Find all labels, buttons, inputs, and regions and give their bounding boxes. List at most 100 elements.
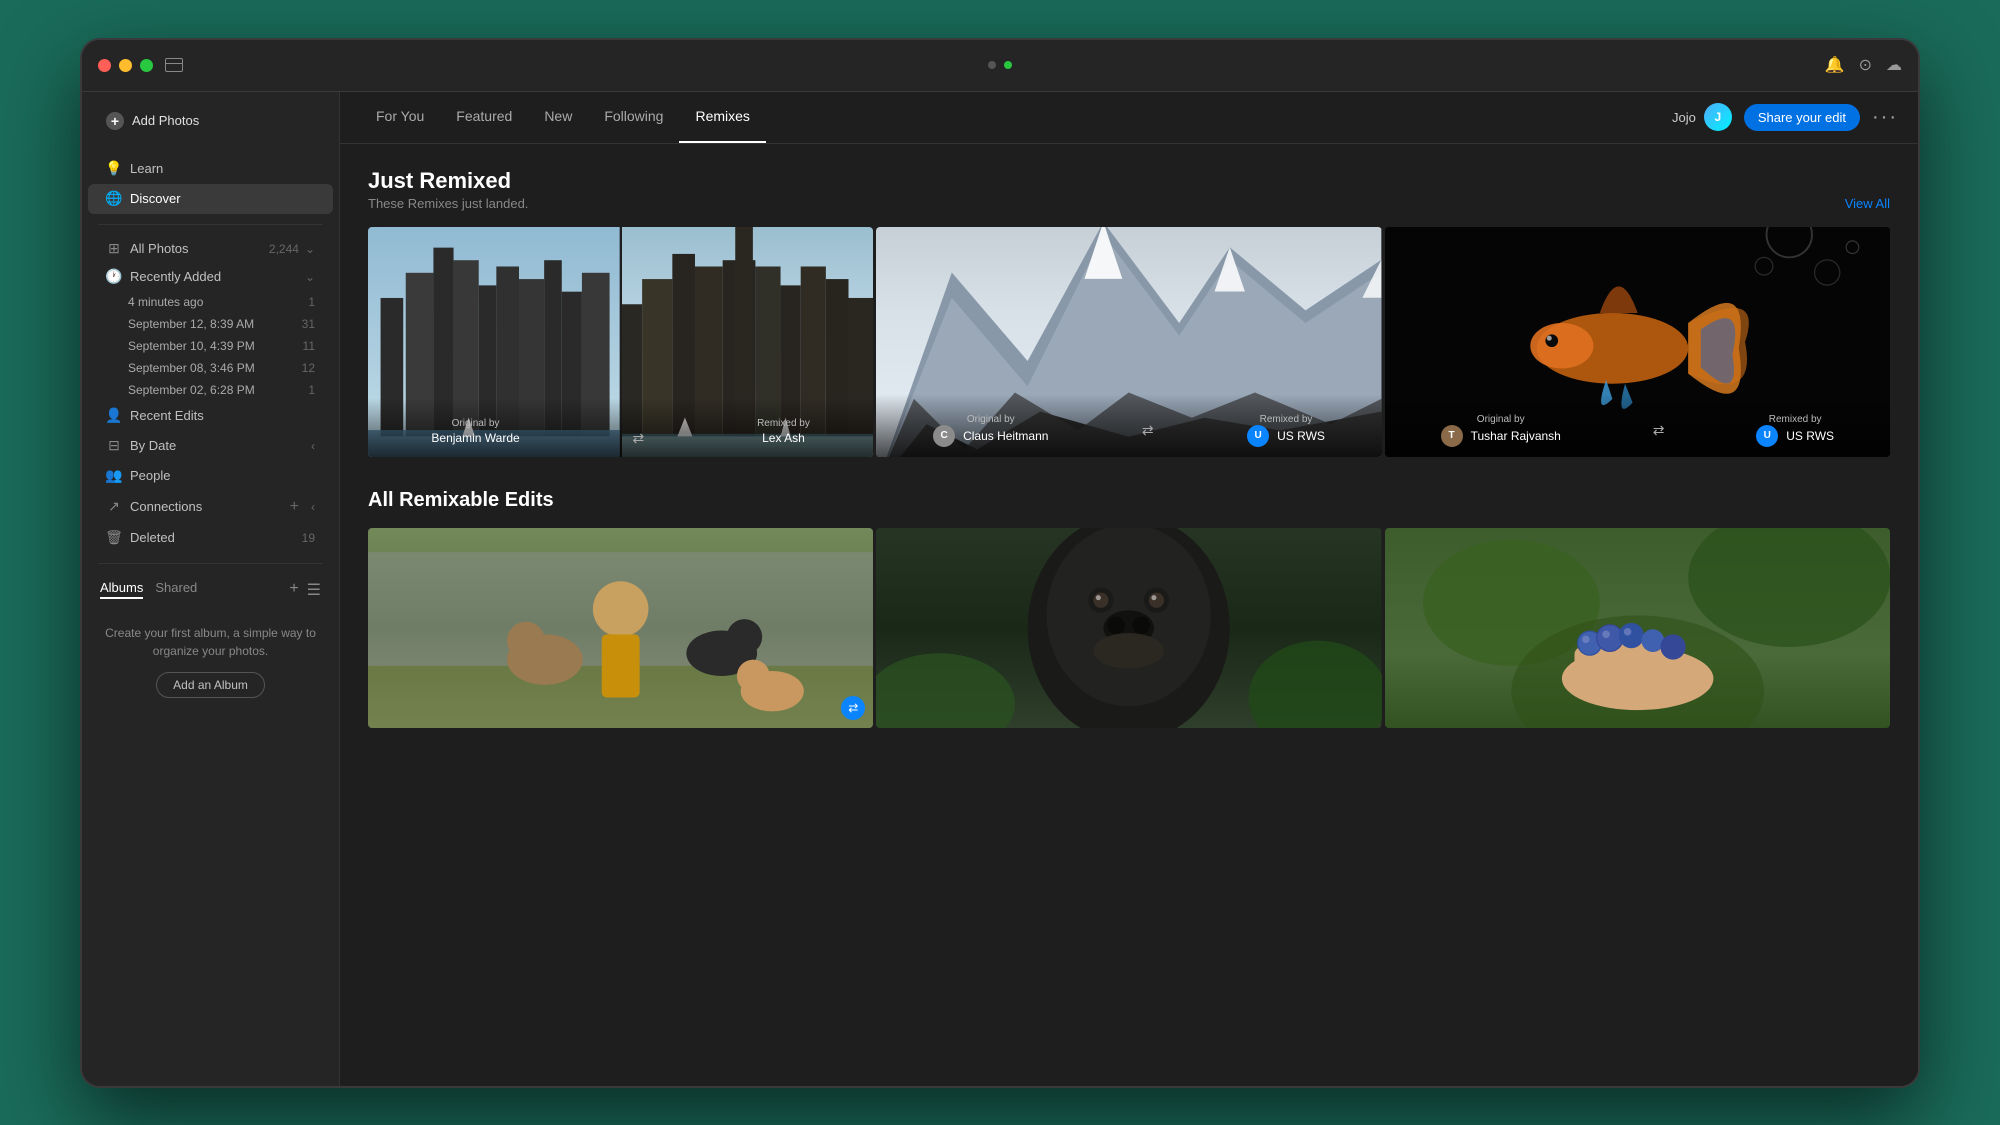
recently-added-header[interactable]: 🕐 Recently Added ⌄ bbox=[88, 263, 333, 291]
window-icon bbox=[165, 58, 183, 72]
sub-item-3[interactable]: September 08, 3:46 PM 12 bbox=[88, 357, 333, 379]
photo-card-gorilla[interactable] bbox=[876, 528, 1381, 728]
albums-tabs: Albums Shared bbox=[100, 580, 197, 599]
photo-card-2[interactable]: Original by C Claus Heitmann ⇄ Remixed b… bbox=[876, 227, 1381, 457]
sidebar-item-deleted[interactable]: 🗑 Deleted 19 bbox=[88, 523, 333, 553]
sub-item-0[interactable]: 4 minutes ago 1 bbox=[88, 291, 333, 313]
add-album-button[interactable]: Add an Album bbox=[156, 672, 265, 698]
by-date-icon: ⊟ bbox=[106, 438, 122, 454]
tab-shared[interactable]: Shared bbox=[155, 580, 197, 599]
recently-added-right: ⌄ bbox=[305, 270, 315, 284]
deleted-icon: 🗑 bbox=[106, 530, 122, 546]
tab-featured[interactable]: Featured bbox=[440, 92, 528, 143]
deleted-count: 19 bbox=[302, 531, 315, 545]
main-content: For You Featured New Following Remixes bbox=[340, 92, 1918, 1086]
discover-label: Discover bbox=[130, 191, 181, 206]
minimize-button[interactable] bbox=[119, 59, 132, 72]
photo-credit-original-2: Original by C Claus Heitmann bbox=[933, 414, 1048, 447]
sub-item-count-0: 1 bbox=[308, 295, 315, 309]
learn-label: Learn bbox=[130, 161, 163, 176]
cloud-icon[interactable]: ☁ bbox=[1886, 55, 1902, 75]
avatar-claus: C bbox=[933, 425, 955, 447]
titlebar-dot-2 bbox=[1004, 61, 1012, 69]
more-button[interactable]: ··· bbox=[1872, 106, 1898, 129]
sub-item-2[interactable]: September 10, 4:39 PM 11 bbox=[88, 335, 333, 357]
maximize-button[interactable] bbox=[140, 59, 153, 72]
photo-card-2-info: Original by C Claus Heitmann ⇄ Remixed b… bbox=[876, 394, 1381, 457]
remix-sep-1: ⇄ bbox=[627, 430, 651, 447]
sub-item-4[interactable]: September 02, 6:28 PM 1 bbox=[88, 379, 333, 401]
photo-card-1-info: Original by Benjamin Warde ⇄ Remixed by … bbox=[368, 398, 873, 457]
sidebar-section-learn: 💡 Learn 🌐 Discover bbox=[82, 150, 339, 218]
connections-label: Connections bbox=[130, 499, 202, 514]
add-icon: + bbox=[106, 112, 124, 130]
people-label: People bbox=[130, 468, 170, 483]
view-all-button[interactable]: View All bbox=[1845, 196, 1890, 211]
sidebar-item-people[interactable]: 👥 People bbox=[88, 461, 333, 491]
sidebar: + Add Photos 💡 Learn 🌐 Discover ⊞ bbox=[82, 92, 340, 1086]
notification-icon[interactable]: 🔔 bbox=[1825, 55, 1845, 75]
titlebar-right: 🔔 ⊙ ☁ bbox=[1825, 55, 1902, 75]
all-photos-right: 2,244 ⌄ bbox=[269, 242, 315, 256]
photo-credit-remix-3: Remixed by U US RWS bbox=[1756, 414, 1834, 447]
learn-icon: 💡 bbox=[106, 161, 122, 177]
traffic-lights bbox=[98, 59, 153, 72]
sub-item-label-2: September 10, 4:39 PM bbox=[128, 339, 255, 353]
user-name: Jojo bbox=[1672, 110, 1696, 125]
tab-remixes[interactable]: Remixes bbox=[679, 92, 765, 143]
album-actions: + ☰ bbox=[289, 580, 321, 600]
all-photos-header[interactable]: ⊞ All Photos 2,244 ⌄ bbox=[88, 235, 333, 263]
share-edit-button[interactable]: Share your edit bbox=[1744, 104, 1860, 131]
add-photos-button[interactable]: + Add Photos bbox=[98, 106, 323, 136]
main-scroll[interactable]: Just Remixed These Remixes just landed. … bbox=[340, 144, 1918, 1086]
clock-icon: 🕐 bbox=[106, 269, 122, 285]
help-icon[interactable]: ⊙ bbox=[1859, 55, 1872, 75]
collapse-icon: ⌄ bbox=[305, 270, 315, 284]
sort-album-icon[interactable]: ☰ bbox=[307, 580, 321, 600]
sidebar-item-connections[interactable]: ↗ Connections + ‹ bbox=[88, 491, 333, 523]
sidebar-divider-2 bbox=[98, 563, 323, 564]
photo-credit-original-1: Original by Benjamin Warde bbox=[431, 418, 519, 447]
sidebar-item-discover[interactable]: 🌐 Discover bbox=[88, 184, 333, 214]
connections-add-icon[interactable]: + bbox=[290, 498, 299, 516]
albums-header: Albums Shared + ☰ bbox=[82, 570, 339, 604]
connections-icon: ↗ bbox=[106, 499, 122, 515]
sidebar-divider-1 bbox=[98, 224, 323, 225]
photo-card-dogs[interactable]: ⇄ bbox=[368, 528, 873, 728]
sub-item-label-3: September 08, 3:46 PM bbox=[128, 361, 255, 375]
photo-card-3-info: Original by T Tushar Rajvansh ⇄ Remixed … bbox=[1385, 394, 1890, 457]
close-button[interactable] bbox=[98, 59, 111, 72]
photo-card-3[interactable]: Original by T Tushar Rajvansh ⇄ Remixed … bbox=[1385, 227, 1890, 457]
expand-icon: ⌄ bbox=[305, 242, 315, 256]
sub-item-label-4: September 02, 6:28 PM bbox=[128, 383, 255, 397]
photo-card-1[interactable]: Original by Benjamin Warde ⇄ Remixed by … bbox=[368, 227, 873, 457]
add-album-icon[interactable]: + bbox=[289, 580, 298, 600]
all-photos-left: ⊞ All Photos bbox=[106, 241, 189, 257]
recently-added-label: Recently Added bbox=[130, 269, 221, 284]
sidebar-item-by-date[interactable]: ⊟ By Date ‹ bbox=[88, 431, 333, 461]
just-remixed-subtitle: These Remixes just landed. bbox=[368, 196, 528, 211]
sub-item-1[interactable]: September 12, 8:39 AM 31 bbox=[88, 313, 333, 335]
tab-new[interactable]: New bbox=[528, 92, 588, 143]
remix-icon-1: ⇄ bbox=[633, 430, 645, 447]
sidebar-item-recent-edits[interactable]: 👤 Recent Edits bbox=[88, 401, 333, 431]
titlebar-dot-1 bbox=[988, 61, 996, 69]
just-remixed-grid: Original by Benjamin Warde ⇄ Remixed by … bbox=[368, 227, 1890, 457]
just-remixed-title: Just Remixed bbox=[368, 168, 528, 194]
photo-credit-remix-1: Remixed by Lex Ash bbox=[757, 418, 810, 447]
sub-item-label-1: September 12, 8:39 AM bbox=[128, 317, 254, 331]
sidebar-top: + Add Photos bbox=[82, 92, 339, 150]
tab-albums[interactable]: Albums bbox=[100, 580, 143, 599]
tab-following[interactable]: Following bbox=[588, 92, 679, 143]
discover-icon: 🌐 bbox=[106, 191, 122, 207]
nav-tabs: For You Featured New Following Remixes bbox=[360, 92, 766, 143]
add-photos-label: Add Photos bbox=[132, 113, 199, 128]
photo-card-berries[interactable] bbox=[1385, 528, 1890, 728]
photo-credit-remix-2: Remixed by U US RWS bbox=[1247, 414, 1325, 447]
sub-item-count-2: 11 bbox=[303, 339, 315, 353]
sidebar-item-learn[interactable]: 💡 Learn bbox=[88, 154, 333, 184]
photo-credit-original-3: Original by T Tushar Rajvansh bbox=[1441, 414, 1561, 447]
by-date-chevron: ‹ bbox=[311, 439, 315, 453]
all-photos-label: All Photos bbox=[130, 241, 189, 256]
tab-for-you[interactable]: For You bbox=[360, 92, 440, 143]
